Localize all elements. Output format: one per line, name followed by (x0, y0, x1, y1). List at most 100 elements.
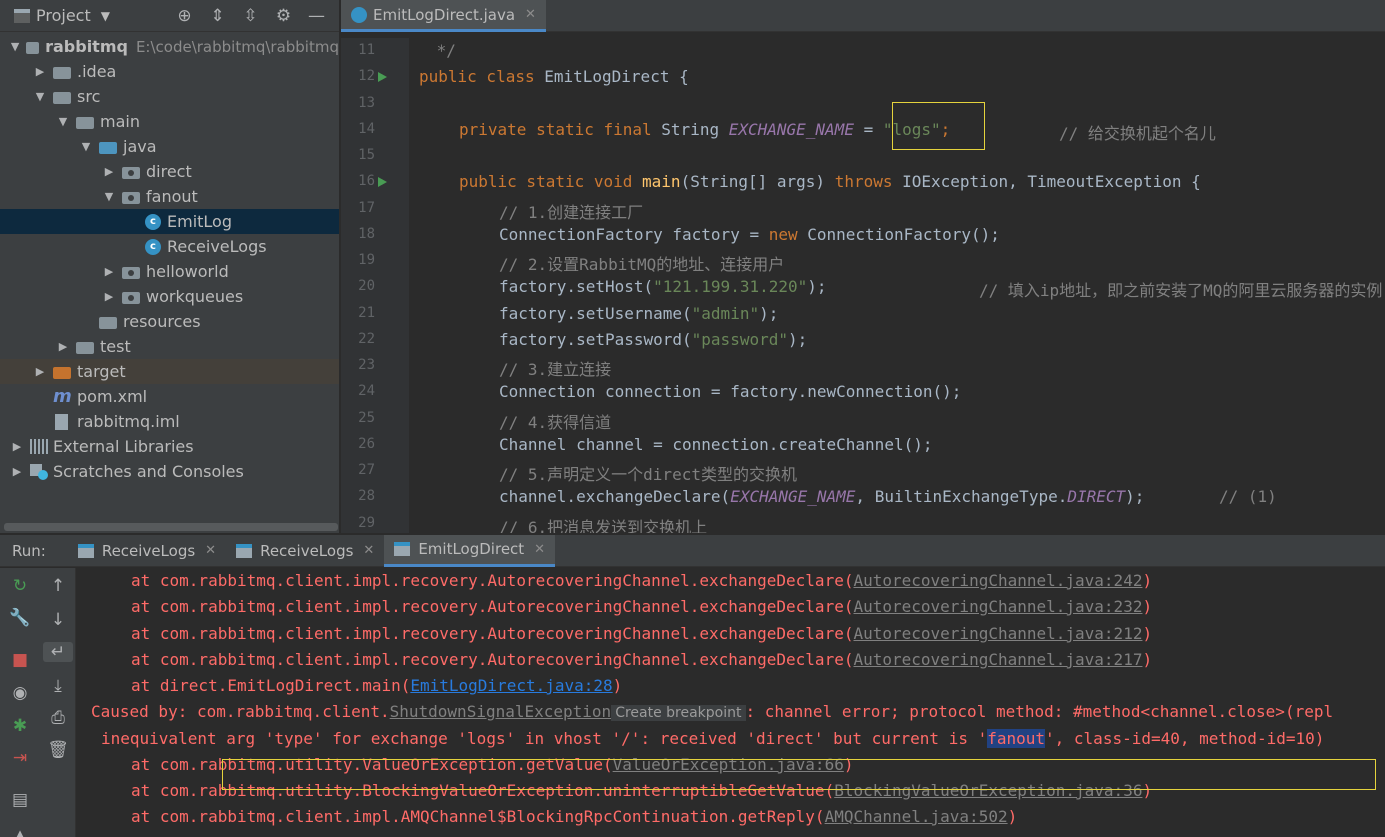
chevron-right-icon[interactable]: ▶ (33, 365, 47, 378)
run-gutter-icon[interactable] (378, 72, 387, 82)
tree-item-direct[interactable]: ▶ direct (0, 159, 339, 184)
debug-icon[interactable]: ✱ (0, 716, 40, 736)
line-number: 15 (358, 147, 375, 163)
console-output[interactable]: at com.rabbitmq.client.impl.recovery.Aut… (77, 568, 1385, 837)
chevron-down-icon[interactable]: ▼ (79, 140, 93, 153)
line-number: 11 (358, 42, 375, 58)
folder-icon (76, 341, 94, 354)
tree-item-workqueues[interactable]: ▶ workqueues (0, 284, 339, 309)
tree-item-emitlog[interactable]: c EmitLog (0, 209, 339, 234)
tab-label: EmitLogDirect.java (373, 5, 516, 24)
tree-item-scratches[interactable]: ▶ Scratches and Consoles (0, 459, 339, 484)
exit-icon[interactable]: ⇥ (0, 748, 40, 768)
tree-item-receivelogs[interactable]: c ReceiveLogs (0, 234, 339, 259)
console-line: at direct.EmitLogDirect.main(EmitLogDire… (131, 676, 622, 695)
chevron-right-icon[interactable]: ▶ (10, 440, 24, 453)
tree-item-iml[interactable]: rabbitmq.iml (0, 409, 339, 434)
tree-item-main[interactable]: ▼ main (0, 109, 339, 134)
code-text: ); (1125, 487, 1145, 506)
gear-icon[interactable]: ⚙ (267, 6, 300, 26)
paren: ) (1142, 650, 1153, 669)
chevron-right-icon[interactable]: ▶ (102, 290, 116, 303)
trash-icon[interactable]: 🗑 (38, 740, 78, 760)
stack-frame: at com.rabbitmq.client.impl.recovery.Aut… (131, 624, 854, 643)
close-icon[interactable]: ✕ (534, 542, 545, 557)
code-constant: EXCHANGE_NAME (728, 120, 854, 139)
chevron-down-icon[interactable]: ▼ (10, 40, 20, 53)
horizontal-scrollbar[interactable] (4, 523, 338, 531)
chevron-down-icon[interactable]: ▼ (33, 90, 47, 103)
module-folder-icon (26, 41, 40, 54)
create-breakpoint-tooltip[interactable]: Create breakpoint (611, 705, 746, 721)
chevron-down-icon[interactable]: ▼ (101, 9, 110, 23)
code-text: IOException, TimeoutException { (892, 172, 1201, 191)
stop-icon[interactable]: ■ (0, 650, 40, 670)
close-icon[interactable]: ✕ (525, 7, 536, 22)
run-tab-emitlogdirect[interactable]: EmitLogDirect ✕ (384, 534, 556, 567)
line-number: 27 (358, 462, 375, 478)
tree-item-src[interactable]: ▼ src (0, 84, 339, 109)
run-tab-receivelogs-2[interactable]: ReceiveLogs ✕ (226, 535, 384, 567)
tree-item-label: .idea (77, 62, 117, 81)
run-gutter-icon[interactable] (378, 177, 387, 187)
chevron-right-icon[interactable]: ▶ (56, 340, 70, 353)
chevron-right-icon[interactable]: ▶ (102, 165, 116, 178)
print-icon[interactable]: ⎙ (38, 708, 78, 728)
code-text: factory.setPassword( (499, 330, 692, 349)
hide-panel-icon[interactable]: — (300, 6, 333, 26)
tree-item-label: src (77, 87, 101, 106)
tree-item-pom[interactable]: m pom.xml (0, 384, 339, 409)
source-link[interactable]: AutorecoveringChannel.java:242 (853, 571, 1142, 590)
chevron-right-icon[interactable]: ▶ (10, 465, 24, 478)
highlight-box (892, 102, 985, 150)
arrow-down-icon[interactable]: ↓ (38, 610, 78, 630)
camera-icon[interactable]: ◉ (0, 683, 40, 703)
exception-link[interactable]: ShutdownSignalException (390, 702, 612, 721)
tree-item-target[interactable]: ▶ target (0, 359, 339, 384)
code-keyword: public static void (459, 172, 633, 191)
source-link[interactable]: AutorecoveringChannel.java:212 (853, 624, 1142, 643)
run-tab-receivelogs[interactable]: ReceiveLogs ✕ (68, 535, 226, 567)
collapse-all-icon[interactable]: ⇳ (234, 6, 267, 26)
close-icon[interactable]: ✕ (363, 543, 374, 558)
chevron-down-icon[interactable]: ▼ (56, 115, 70, 128)
line-number: 12 (358, 68, 375, 84)
package-icon (122, 191, 140, 204)
editor-tabs: EmitLogDirect.java ✕ (341, 0, 1385, 32)
tree-item-label: Scratches and Consoles (53, 462, 244, 481)
project-view-selector[interactable]: Project (36, 6, 91, 25)
chevron-down-icon[interactable]: ▼ (102, 190, 116, 203)
tree-item-fanout[interactable]: ▼ fanout (0, 184, 339, 209)
rerun-icon[interactable]: ↻ (0, 576, 40, 596)
chevron-right-icon[interactable]: ▶ (33, 65, 47, 78)
close-icon[interactable]: ✕ (205, 543, 216, 558)
tree-item-test[interactable]: ▶ test (0, 334, 339, 359)
tab-emitlogdirect[interactable]: EmitLogDirect.java ✕ (341, 0, 546, 32)
chevron-right-icon[interactable]: ▶ (102, 265, 116, 278)
tree-item-java[interactable]: ▼ java (0, 134, 339, 159)
line-number: 28 (358, 488, 375, 504)
source-link[interactable]: EmitLogDirect.java:28 (410, 676, 612, 695)
tree-item-rabbitmq[interactable]: ▼ rabbitmq E:\code\rabbitmq\rabbitmq (0, 34, 339, 59)
tree-item-external-libraries[interactable]: ▶ External Libraries (0, 434, 339, 459)
tree-item-helloworld[interactable]: ▶ helloworld (0, 259, 339, 284)
project-view-icon (14, 8, 30, 23)
source-link[interactable]: AutorecoveringChannel.java:232 (853, 597, 1142, 616)
expand-all-icon[interactable]: ⇕ (201, 6, 234, 26)
layout-icon[interactable]: ▤ (0, 790, 40, 810)
pin-icon[interactable]: ▴ (0, 824, 40, 837)
code-string: "121.199.31.220" (653, 277, 808, 296)
source-link[interactable]: AutorecoveringChannel.java:217 (853, 650, 1142, 669)
arrow-up-icon[interactable]: ↑ (38, 576, 78, 596)
code-comment: // 2.设置RabbitMQ的地址、连接用户 (499, 255, 785, 274)
wrench-icon[interactable]: 🔧 (0, 608, 40, 628)
scroll-to-end-icon[interactable]: ⤓ (38, 676, 78, 696)
locate-icon[interactable]: ⊕ (168, 6, 201, 26)
tree-item-idea[interactable]: ▶ .idea (0, 59, 339, 84)
soft-wrap-icon[interactable]: ↵ (43, 642, 73, 662)
code-text: channel.exchangeDeclare( (499, 487, 731, 506)
code-comment: // 给交换机起个名儿 (1059, 124, 1216, 143)
tree-item-resources[interactable]: resources (0, 309, 339, 334)
source-link[interactable]: AMQChannel.java:502 (825, 807, 1008, 826)
console-line: at com.rabbitmq.client.impl.AMQChannel$B… (131, 807, 1017, 826)
